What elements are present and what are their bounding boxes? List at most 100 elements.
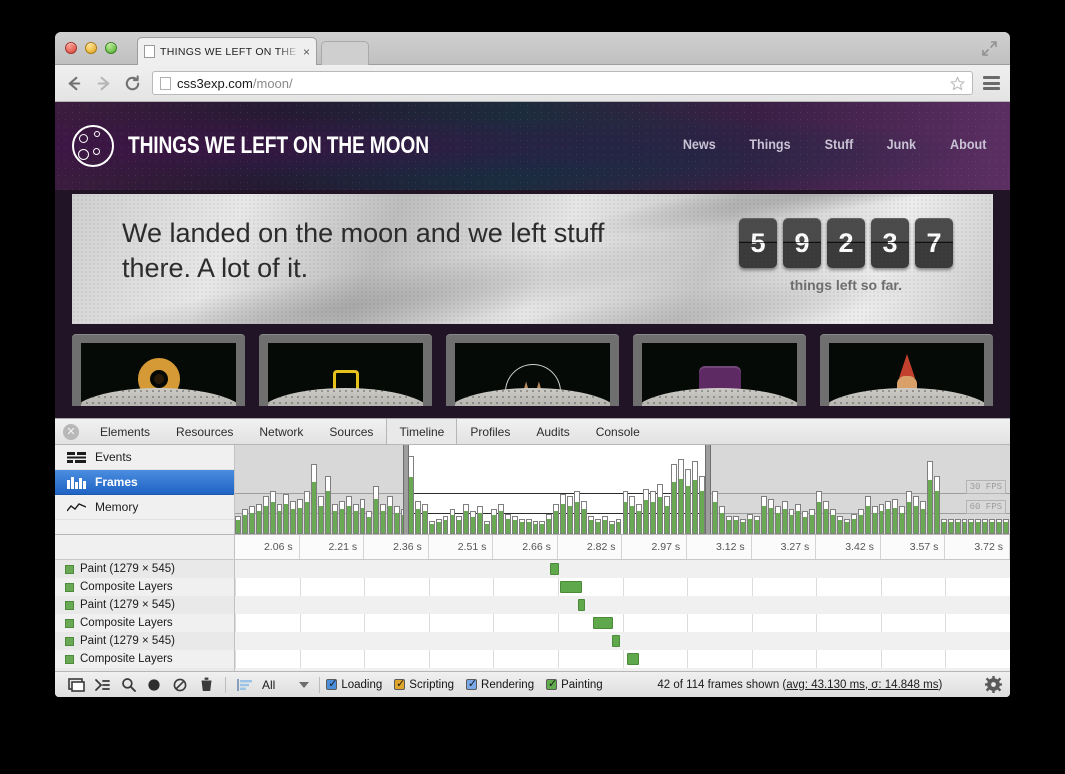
record-type-swatch — [65, 637, 74, 646]
record-row[interactable]: Paint (1279 × 545) — [55, 632, 234, 650]
overview-mode-events[interactable]: Events — [55, 445, 234, 470]
overview-selection-handle[interactable] — [705, 445, 711, 534]
tab-sources[interactable]: Sources — [316, 419, 386, 444]
nav-item-about[interactable]: About — [950, 136, 986, 152]
tab-network[interactable]: Network — [246, 419, 316, 444]
frame-bar — [782, 501, 788, 534]
ruler-tick: 2.97 s — [623, 535, 688, 559]
frame-bar — [968, 519, 974, 534]
close-icon[interactable]: × — [303, 45, 310, 59]
window-controls[interactable] — [65, 42, 117, 54]
counter-digit: 5 — [739, 218, 777, 268]
frame-bar — [311, 464, 317, 534]
new-tab-button[interactable] — [321, 41, 369, 65]
overview-mode-label: Events — [95, 450, 132, 464]
record-track — [235, 560, 1010, 578]
frame-bar — [353, 504, 359, 534]
counter-digit: 2 — [827, 218, 865, 268]
frame-bar — [858, 509, 864, 534]
gear-icon[interactable] — [985, 676, 1002, 693]
fullscreen-icon[interactable] — [981, 40, 998, 57]
frame-bar — [962, 519, 968, 534]
overview-mode-frames[interactable]: Frames — [55, 470, 234, 495]
nav-item-stuff[interactable]: Stuff — [825, 136, 854, 152]
record-row[interactable]: Paint (1279 × 545) — [55, 596, 234, 614]
frame-bar — [443, 516, 449, 534]
tab-resources[interactable]: Resources — [163, 419, 246, 444]
checkbox-scripting[interactable]: Scripting — [394, 679, 454, 691]
bookmark-star-icon[interactable] — [950, 76, 965, 91]
overview-selection-handle[interactable] — [403, 445, 409, 534]
record-event-bar[interactable] — [578, 599, 585, 611]
filter-icon[interactable] — [232, 675, 258, 695]
trash-icon[interactable] — [193, 675, 219, 695]
ruler-tick: 3.12 s — [687, 535, 752, 559]
checkbox-rendering[interactable]: Rendering — [466, 679, 534, 691]
thumbnail-card[interactable] — [72, 334, 245, 406]
thumbnail-card[interactable] — [259, 334, 432, 406]
nav-item-things[interactable]: Things — [749, 136, 790, 152]
checkbox-box — [326, 679, 337, 690]
record-event-bar[interactable] — [560, 581, 582, 593]
overview-mode-list: Events Frames — [55, 445, 235, 534]
console-drawer-icon[interactable] — [89, 675, 115, 695]
frame-bar — [325, 476, 331, 534]
address-bar[interactable]: css3exp.com/moon/ — [152, 71, 973, 95]
hamburger-menu-icon[interactable] — [983, 76, 1000, 90]
record-event-bar[interactable] — [627, 653, 639, 665]
counter-digit: 3 — [871, 218, 909, 268]
frame-bar — [560, 494, 566, 534]
frames-status-text: 42 of 114 frames shown (avg: 43.130 ms, … — [615, 679, 985, 691]
record-bars-area[interactable] — [235, 560, 1010, 671]
record-event-bar[interactable] — [593, 617, 613, 629]
thumbnail-card[interactable] — [446, 334, 619, 406]
zoom-window-button[interactable] — [105, 42, 117, 54]
record-row[interactable]: Composite Layers — [55, 578, 234, 596]
frame-bar — [574, 491, 580, 534]
overview-mode-memory[interactable]: Memory — [55, 495, 234, 520]
checkbox-loading[interactable]: Loading — [326, 679, 382, 691]
ruler-tick: 3.42 s — [816, 535, 881, 559]
moon-ground — [642, 388, 797, 406]
back-arrow-icon[interactable] — [65, 74, 84, 93]
tab-profiles[interactable]: Profiles — [457, 419, 523, 444]
nav-item-news[interactable]: News — [682, 136, 715, 152]
record-label: Paint (1279 × 545) — [80, 599, 175, 611]
browser-tab-active[interactable]: THINGS WE LEFT ON THE M × — [137, 37, 317, 65]
dock-side-icon[interactable] — [63, 675, 89, 695]
checkbox-painting[interactable]: Painting — [546, 679, 603, 691]
frame-bar — [685, 469, 691, 534]
record-row[interactable]: Composite Layers — [55, 614, 234, 632]
ruler-tick: 3.57 s — [881, 535, 946, 559]
record-row[interactable]: Composite Layers — [55, 650, 234, 668]
tab-audits[interactable]: Audits — [523, 419, 582, 444]
browser-tab-title: THINGS WE LEFT ON THE M — [160, 46, 300, 58]
close-icon[interactable]: ✕ — [63, 424, 79, 440]
site-brand[interactable]: THINGS WE LEFT ON THE MOON — [72, 125, 504, 167]
record-event-bar[interactable] — [612, 635, 620, 647]
moon-ground — [81, 388, 236, 406]
record-circle-icon[interactable] — [141, 675, 167, 695]
search-icon[interactable] — [115, 675, 141, 695]
devtools-panel: ✕ Elements Resources Network Sources Tim… — [55, 418, 1010, 697]
frame-bar — [235, 516, 241, 534]
thumbnail-image — [81, 343, 236, 406]
thumbnail-card[interactable] — [633, 334, 806, 406]
frames-overview-chart[interactable]: 30 FPS 60 FPS — [235, 445, 1010, 534]
no-entry-icon[interactable] — [167, 675, 193, 695]
record-event-bar[interactable] — [550, 563, 559, 575]
filter-dropdown[interactable]: All — [258, 678, 313, 692]
frame-bar — [657, 484, 663, 534]
nav-item-junk[interactable]: Junk — [887, 136, 916, 152]
tab-console[interactable]: Console — [583, 419, 653, 444]
tab-timeline[interactable]: Timeline — [386, 419, 457, 444]
forward-arrow-icon[interactable] — [94, 74, 113, 93]
record-row[interactable]: Paint (1279 × 545) — [55, 560, 234, 578]
close-window-button[interactable] — [65, 42, 77, 54]
reload-icon[interactable] — [123, 74, 142, 93]
status-suffix: ) — [938, 679, 942, 691]
tab-elements[interactable]: Elements — [87, 419, 163, 444]
thumbnail-card[interactable] — [820, 334, 993, 406]
minimize-window-button[interactable] — [85, 42, 97, 54]
record-type-swatch — [65, 583, 74, 592]
